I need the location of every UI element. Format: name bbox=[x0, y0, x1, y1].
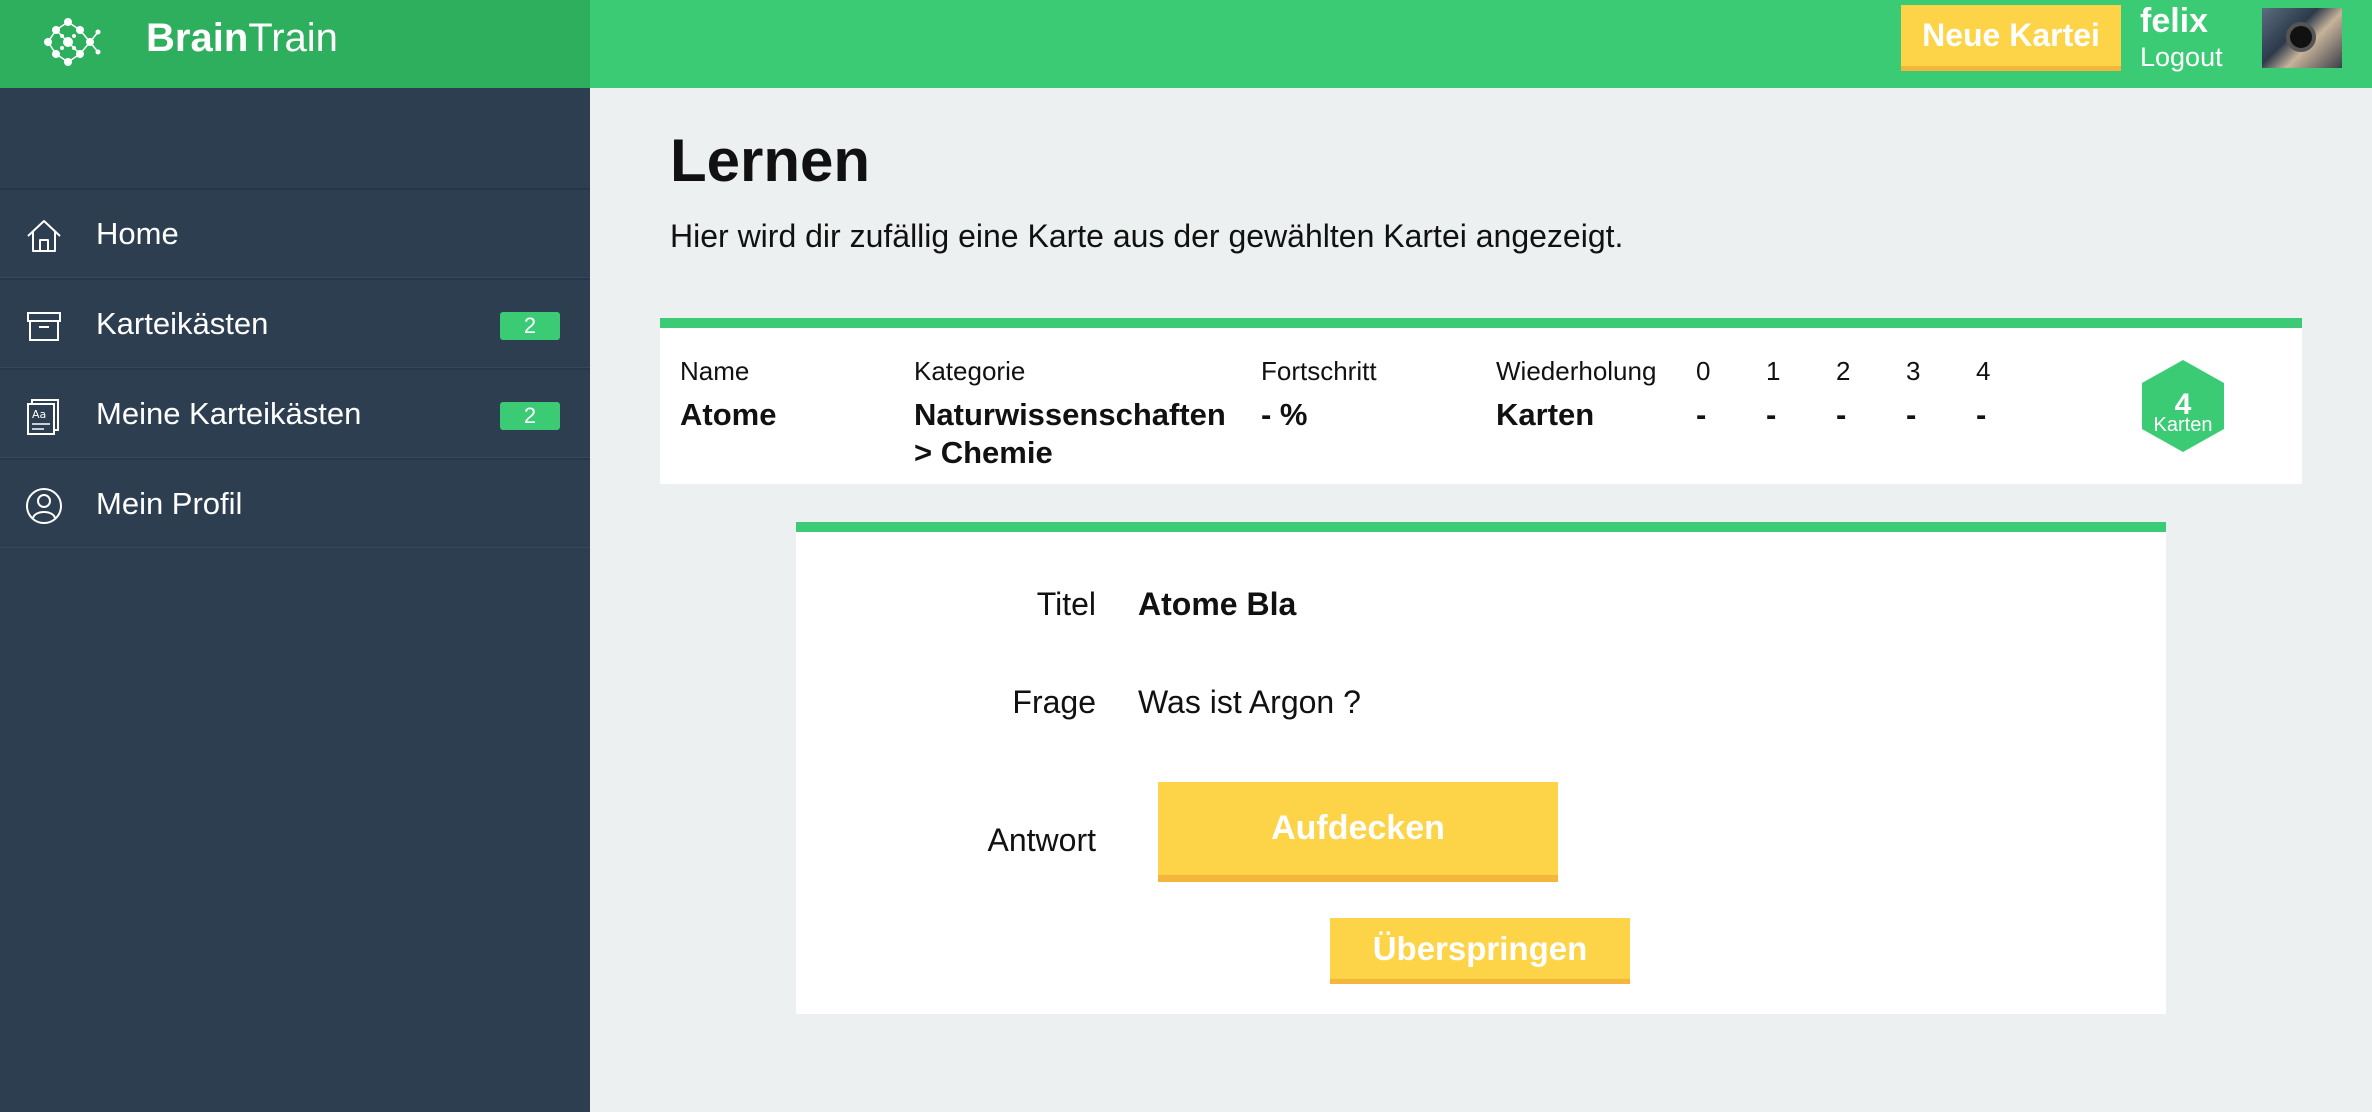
page-subtitle: Hier wird dir zufällig eine Karte aus de… bbox=[670, 218, 1624, 254]
brand-name: BrainTrain bbox=[146, 16, 338, 60]
level-2-value: - bbox=[1836, 397, 1847, 432]
level-3-value: - bbox=[1906, 397, 1917, 432]
archive-box-icon bbox=[27, 312, 61, 341]
progress-label: Fortschritt bbox=[1261, 356, 1377, 386]
sidebar-item-label: Meine Karteikästen bbox=[96, 396, 362, 431]
reveal-button[interactable]: Aufdecken bbox=[1158, 782, 1558, 882]
sidebar-item-meine-karteikaesten[interactable]: Aa Meine Karteikästen 2 bbox=[0, 368, 590, 458]
user-profile-icon bbox=[26, 488, 62, 524]
count-badge: 2 bbox=[500, 312, 560, 340]
brain-logo-icon bbox=[44, 18, 101, 66]
level-4-label: 4 bbox=[1976, 356, 1991, 386]
category-value: Naturwissenschaften > Chemie bbox=[914, 397, 1226, 470]
avatar[interactable] bbox=[2262, 8, 2342, 68]
count-badge: 2 bbox=[500, 402, 560, 430]
new-deck-button[interactable]: Neue Kartei bbox=[1901, 5, 2121, 71]
category-label: Kategorie bbox=[914, 356, 1026, 386]
title-value: Atome Bla bbox=[1138, 586, 1297, 622]
skip-button[interactable]: Überspringen bbox=[1330, 918, 1630, 984]
level-0-value: - bbox=[1696, 397, 1707, 432]
sidebar-item-label: Mein Profil bbox=[96, 486, 243, 521]
username: felix bbox=[2140, 2, 2209, 40]
home-icon bbox=[27, 220, 61, 252]
sidebar-item-home[interactable]: Home bbox=[0, 188, 590, 278]
level-1-label: 1 bbox=[1766, 356, 1781, 386]
level-3-label: 3 bbox=[1906, 356, 1921, 386]
sidebar-item-label: Home bbox=[96, 216, 179, 251]
level-1-value: - bbox=[1766, 397, 1777, 432]
level-2-label: 2 bbox=[1836, 356, 1851, 386]
level-4-value: - bbox=[1976, 397, 1987, 432]
sidebar-item-karteikaesten[interactable]: Karteikästen 2 bbox=[0, 278, 590, 368]
sidebar: Home Karteikästen 2 Aa Meine Karteikäste… bbox=[0, 88, 590, 1112]
deck-info-panel: Name Atome Kategorie Naturwissenschaften… bbox=[660, 318, 2302, 484]
progress-value: - % bbox=[1261, 397, 1308, 432]
page-title: Lernen bbox=[670, 127, 871, 194]
level-0-label: 0 bbox=[1696, 356, 1711, 386]
cards-icon: Aa bbox=[27, 399, 59, 435]
name-label: Name bbox=[680, 356, 750, 386]
flashcard-panel: Titel Atome Bla Frage Was ist Argon ? An… bbox=[796, 522, 2166, 1014]
name-value: Atome bbox=[680, 397, 777, 432]
repeat-label: Wiederholung bbox=[1496, 356, 1657, 386]
question-label: Frage bbox=[1012, 684, 1096, 720]
repeat-value: Karten bbox=[1496, 397, 1595, 432]
logout-link[interactable]: Logout bbox=[2140, 42, 2223, 73]
question-value: Was ist Argon ? bbox=[1138, 684, 1361, 720]
svg-text:Aa: Aa bbox=[32, 408, 46, 421]
brand[interactable]: BrainTrain bbox=[0, 0, 590, 88]
answer-label: Antwort bbox=[987, 822, 1096, 858]
top-bar: BrainTrain Neue Kartei felix Logout bbox=[0, 0, 2372, 88]
sidebar-item-label: Karteikästen bbox=[96, 306, 269, 341]
sidebar-item-mein-profil[interactable]: Mein Profil bbox=[0, 458, 590, 548]
cards-count-label: Karten bbox=[2153, 414, 2213, 436]
title-label: Titel bbox=[1036, 586, 1096, 622]
